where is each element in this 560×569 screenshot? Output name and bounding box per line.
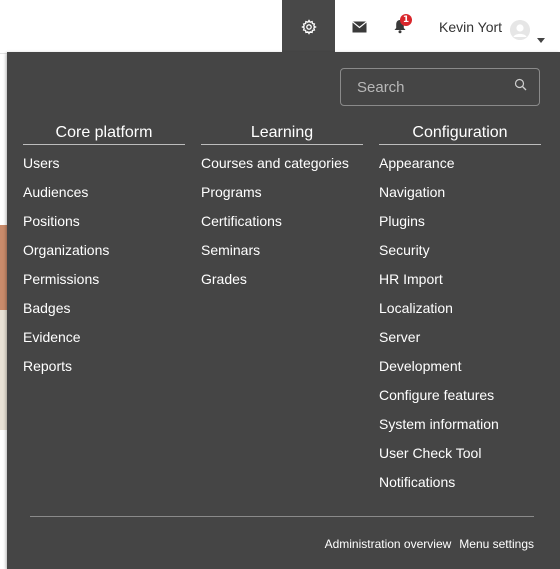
user-avatar-icon	[510, 20, 530, 40]
notification-count-badge: 1	[400, 14, 412, 26]
admin-dropdown-menu: Core platform Users Audiences Positions …	[7, 52, 560, 569]
menu-item-programs[interactable]: Programs	[201, 183, 349, 212]
menu-item-evidence[interactable]: Evidence	[23, 328, 109, 357]
menu-item-users[interactable]: Users	[23, 154, 109, 183]
menu-item-seminars[interactable]: Seminars	[201, 241, 349, 270]
gear-icon	[300, 18, 317, 35]
envelope-icon	[351, 20, 367, 32]
admin-settings-button[interactable]	[282, 0, 335, 53]
menu-item-appearance[interactable]: Appearance	[379, 154, 499, 183]
menu-item-positions[interactable]: Positions	[23, 212, 109, 241]
menu-item-permissions[interactable]: Permissions	[23, 270, 109, 299]
column-heading: Core platform	[23, 123, 185, 145]
menu-item-navigation[interactable]: Navigation	[379, 183, 499, 212]
column-heading: Learning	[201, 123, 363, 145]
menu-item-organizations[interactable]: Organizations	[23, 241, 109, 270]
menu-settings-link[interactable]: Menu settings	[459, 537, 534, 551]
menu-item-plugins[interactable]: Plugins	[379, 212, 499, 241]
menu-item-reports[interactable]: Reports	[23, 357, 109, 386]
menu-item-badges[interactable]: Badges	[23, 299, 109, 328]
administration-overview-link[interactable]: Administration overview	[325, 537, 452, 551]
top-navigation-bar: 1 Kevin Yort	[0, 0, 560, 54]
menu-item-hr-import[interactable]: HR Import	[379, 270, 499, 299]
menu-item-security[interactable]: Security	[379, 241, 499, 270]
user-menu-toggle[interactable]: Kevin Yort	[436, 0, 560, 53]
menu-footer-divider	[30, 516, 534, 517]
column-heading: Configuration	[379, 123, 541, 145]
search-icon[interactable]	[514, 78, 528, 92]
menu-item-audiences[interactable]: Audiences	[23, 183, 109, 212]
notifications-button[interactable]: 1	[374, 0, 426, 53]
menu-item-localization[interactable]: Localization	[379, 299, 499, 328]
menu-item-notifications[interactable]: Notifications	[379, 473, 499, 502]
menu-item-system-information[interactable]: System information	[379, 415, 499, 444]
menu-footer-links: Administration overview Menu settings	[325, 537, 534, 551]
menu-item-user-check-tool[interactable]: User Check Tool	[379, 444, 499, 473]
menu-item-server[interactable]: Server	[379, 328, 499, 357]
menu-search-box	[340, 68, 540, 106]
caret-down-icon	[537, 38, 545, 43]
menu-search-input[interactable]	[341, 69, 527, 105]
user-name: Kevin Yort	[439, 18, 503, 35]
menu-item-configure-features[interactable]: Configure features	[379, 386, 499, 415]
menu-item-development[interactable]: Development	[379, 357, 499, 386]
menu-item-courses-and-categories[interactable]: Courses and categories	[201, 154, 349, 183]
menu-item-certifications[interactable]: Certifications	[201, 212, 349, 241]
menu-item-grades[interactable]: Grades	[201, 270, 349, 299]
